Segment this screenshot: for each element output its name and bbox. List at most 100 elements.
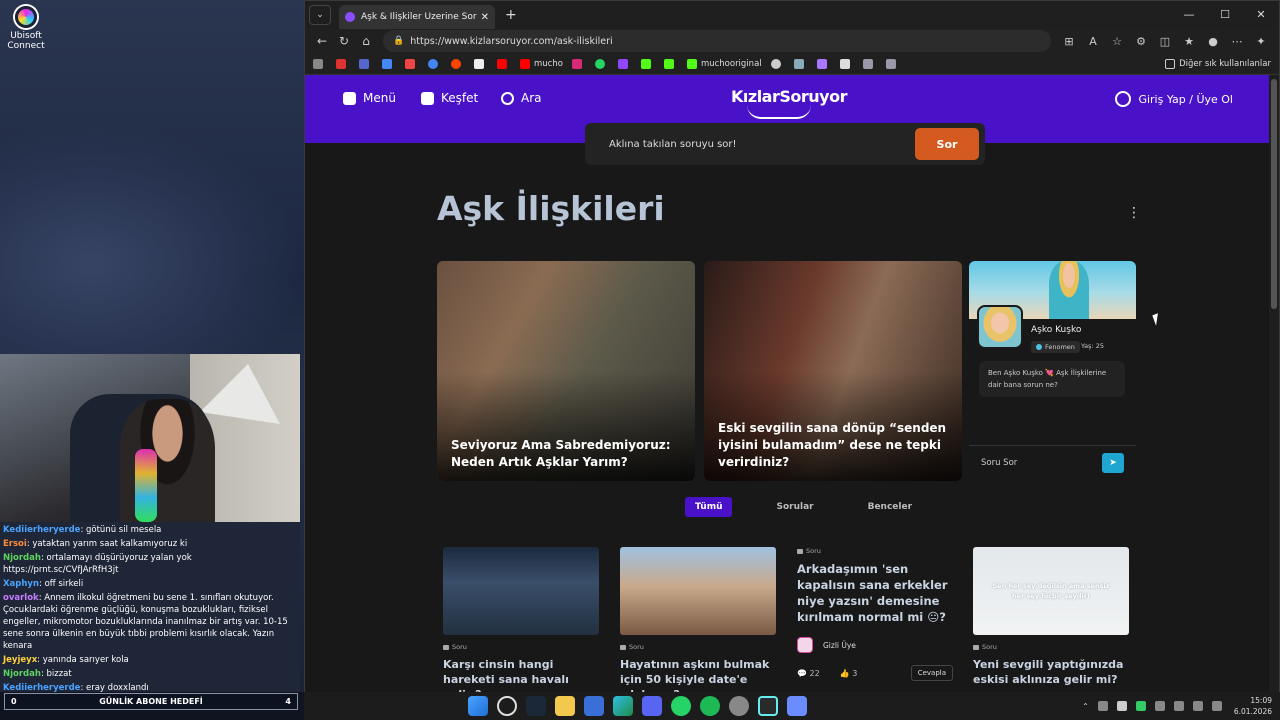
favorites-icon[interactable]: ★	[1177, 35, 1201, 48]
copilot-icon[interactable]: ✦	[1249, 35, 1273, 48]
extensions-icon[interactable]: ⚙	[1129, 35, 1153, 48]
app-icon[interactable]: ⊞	[1057, 35, 1081, 48]
question-card-1[interactable]: Soru Karşı cinsin hangi hareketi sana ha…	[443, 547, 599, 693]
minimize-icon[interactable]: —	[1171, 1, 1207, 29]
search-button[interactable]: Ara	[501, 91, 542, 105]
cloud-icon[interactable]	[1116, 701, 1127, 711]
clock[interactable]: 15:09 6.01.2026	[1234, 695, 1272, 717]
bookmark-icon-3[interactable]	[359, 58, 373, 69]
chat-username[interactable]: Jeyjeyx	[3, 655, 37, 665]
spotify-icon[interactable]	[700, 696, 720, 716]
bookmark-icon-6[interactable]	[770, 58, 785, 69]
edge-icon[interactable]	[613, 696, 633, 716]
question-card-2[interactable]: Soru Hayatının aşkını bulmak için 50 kiş…	[620, 547, 776, 693]
send-icon[interactable]: ➤	[1102, 452, 1124, 473]
card-thumbnail-4: Sen her şey değilsin ama sensiz her şey …	[973, 547, 1129, 635]
chat-username[interactable]: Xaphyn	[3, 579, 39, 589]
profile-ask-input[interactable]	[981, 457, 1102, 468]
home-icon[interactable]: ⌂	[355, 34, 377, 48]
close-tab-icon[interactable]: ✕	[481, 12, 489, 23]
card-user[interactable]: Gizli Üye	[797, 637, 953, 653]
bookmark-icon-11[interactable]	[885, 58, 900, 69]
profile-icon[interactable]: ●	[1201, 35, 1225, 48]
chat-username[interactable]: Kediierheryerde	[3, 683, 80, 692]
mic-icon[interactable]	[1135, 701, 1146, 711]
ask-question-input[interactable]	[609, 138, 915, 150]
explore-button[interactable]: Keşfet	[421, 91, 478, 105]
file-explorer-icon[interactable]	[555, 696, 575, 716]
chat-username[interactable]: Ersoi	[3, 539, 27, 549]
google-bookmark-icon[interactable]	[428, 58, 442, 69]
search-taskbar-icon[interactable]	[497, 696, 517, 716]
bookmark-icon-10[interactable]	[862, 58, 877, 69]
bookmark-icon-7[interactable]	[793, 58, 808, 69]
question-card-3[interactable]: Soru Arkadaşımın 'sen kapalısın sana erk…	[797, 547, 953, 681]
youtube-bookmark-icon[interactable]	[497, 58, 511, 69]
more-options-icon[interactable]: ⋮	[1127, 205, 1141, 221]
app-icon-11[interactable]	[787, 696, 807, 716]
featured-article-1[interactable]: Seviyoruz Ama Sabredemiyoruz: Neden Artı…	[437, 261, 695, 481]
instagram-bookmark-icon[interactable]	[571, 58, 586, 69]
start-icon[interactable]	[468, 696, 488, 716]
back-icon[interactable]: ←	[311, 34, 333, 48]
url-field[interactable]: 🔒 https://www.kizlarsoruyor.com/ask-ilis…	[383, 30, 1051, 52]
site-logo[interactable]: KızlarSoruyor	[731, 87, 847, 119]
login-button[interactable]: Giriş Yap / Üye Ol	[1115, 91, 1233, 107]
ubisoft-connect-shortcut[interactable]: Ubisoft Connect	[6, 6, 46, 51]
volume-icon[interactable]	[1192, 701, 1203, 711]
bookmark-icon-2[interactable]	[336, 58, 350, 69]
whatsapp-icon[interactable]	[671, 696, 691, 716]
bookmark-icon-1[interactable]	[313, 58, 327, 69]
menu-button[interactable]: Menü	[343, 91, 396, 105]
question-card-4[interactable]: Sen her şey değilsin ama sensiz her şey …	[973, 547, 1129, 687]
filter-all[interactable]: Tümü	[685, 497, 733, 517]
bookmark-icon-kick1[interactable]	[640, 58, 655, 69]
like-count[interactable]: 👍 3	[840, 669, 868, 678]
bookmark-icon-5[interactable]	[405, 58, 419, 69]
bookmark-muchooriginal[interactable]: muchooriginal	[686, 58, 762, 69]
bookmark-icon-9[interactable]	[839, 58, 854, 69]
ask-button[interactable]: Sor	[915, 128, 979, 160]
bookmark-icon-4[interactable]	[382, 58, 396, 69]
kick-bookmark-icon[interactable]	[663, 58, 678, 69]
favorite-star-icon[interactable]: ☆	[1105, 35, 1129, 48]
bookmark-icon-8[interactable]	[816, 58, 831, 69]
maximize-icon[interactable]: ☐	[1207, 1, 1243, 29]
active-tab[interactable]: Aşk & İlişkiler Üzerine Sorular - Kızl ✕	[339, 5, 495, 29]
split-screen-icon[interactable]: ◫	[1153, 35, 1177, 48]
app-icon-10[interactable]	[758, 696, 778, 716]
profile-avatar[interactable]	[977, 305, 1023, 349]
twitch-bookmark-icon[interactable]	[617, 58, 632, 69]
tab-actions-menu[interactable]: ⌄	[309, 5, 331, 25]
close-window-icon[interactable]: ✕	[1243, 1, 1279, 29]
chat-username[interactable]: ovarlok	[3, 593, 39, 603]
bookmark-mucho[interactable]: mucho	[520, 58, 563, 69]
chat-username[interactable]: Njordah	[3, 553, 41, 563]
whatsapp-bookmark-icon[interactable]	[594, 58, 609, 69]
read-aloud-icon[interactable]: A	[1081, 35, 1105, 48]
refresh-icon[interactable]: ↻	[333, 34, 355, 48]
filter-opinions[interactable]: Benceler	[858, 497, 922, 517]
profile-name[interactable]: Aşko Kuşko	[1031, 325, 1081, 335]
battery-icon[interactable]	[1211, 701, 1222, 711]
new-tab-button[interactable]: +	[505, 7, 517, 23]
answer-button[interactable]: Cevapla	[910, 665, 953, 681]
x-bookmark-icon[interactable]	[474, 58, 488, 69]
obs-icon[interactable]	[729, 696, 749, 716]
chat-username[interactable]: Njordah	[3, 669, 41, 679]
tray-app-icon[interactable]	[1097, 701, 1108, 711]
other-favorites[interactable]: Diğer sık kullanılanlar	[1165, 58, 1271, 69]
wifi-icon[interactable]	[1173, 701, 1184, 711]
featured-article-2[interactable]: Eski sevgilin sana dönüp “senden iyisini…	[704, 261, 962, 481]
discord-icon[interactable]	[642, 696, 662, 716]
tray-chevron-icon[interactable]: ⌃	[1082, 702, 1089, 711]
chat-username[interactable]: Kediierheryerde	[3, 525, 80, 535]
more-icon[interactable]: ⋯	[1225, 35, 1249, 48]
filter-questions[interactable]: Sorular	[766, 497, 823, 517]
reddit-bookmark-icon[interactable]	[451, 58, 465, 69]
display-icon[interactable]	[1154, 701, 1165, 711]
page-scrollbar[interactable]	[1269, 75, 1279, 693]
scrollbar-thumb[interactable]	[1271, 79, 1277, 309]
store-icon[interactable]	[584, 696, 604, 716]
steam-icon[interactable]	[526, 696, 546, 716]
